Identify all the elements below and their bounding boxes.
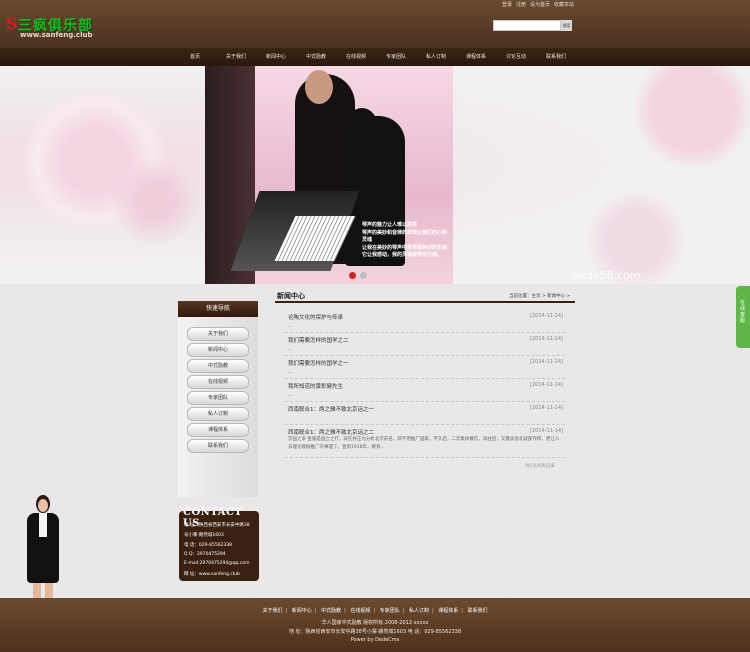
- sidebar-item-teaching[interactable]: 中式励教: [187, 359, 249, 373]
- nav-home[interactable]: 首页: [190, 53, 200, 60]
- contact-address: 地 址：陕西省西安市长安中路38: [184, 523, 250, 528]
- top-link-login[interactable]: 登录: [502, 1, 512, 8]
- news-item-title[interactable]: 论陶文化的保护与传承: [288, 313, 343, 321]
- banner-watermark: dede58.com: [572, 269, 641, 282]
- footer-copyright: 华人国家中式励教 版权所有 2008-2012 xxxxx: [321, 620, 429, 626]
- sidebar-item-courses[interactable]: 课程体系: [187, 423, 249, 437]
- news-item-title[interactable]: 西南联合1：两之雅不致北京话之二: [288, 428, 374, 436]
- logo-mark: S: [6, 14, 18, 33]
- search-button[interactable]: 搜索: [561, 20, 572, 31]
- search-box: 搜索: [493, 20, 573, 31]
- contact-phone: 电 话：029-85562338: [184, 543, 233, 548]
- caption-line: 让我在美妙的琴声中享受着美妙的乐曲: [362, 244, 448, 251]
- top-links: 登录 注册 设为首页 收藏本站: [502, 1, 574, 8]
- footer-link-teaching[interactable]: 中式励教: [321, 608, 341, 614]
- footer-link-about[interactable]: 关于我们: [262, 608, 282, 614]
- news-divider: [275, 301, 575, 303]
- nav-news[interactable]: 新闻中心: [266, 53, 286, 60]
- footer-link-custom[interactable]: 私人订制: [409, 608, 429, 614]
- hero-banner[interactable]: 琴声的魅力让人难以抗拒 琴声的美妙和音律的表现让我们的心和 灵魂 让我在美妙的琴…: [0, 66, 750, 284]
- news-item-date: [2014-11-14]: [530, 359, 563, 365]
- sidebar-nav: 关于我们 新闻中心 中式励教 在线视频 专家团队 私人订制 课程体系 联系我们: [178, 317, 258, 497]
- slider-dot-1[interactable]: [349, 272, 356, 279]
- news-item-title[interactable]: 西南联合1：两之雅不致北京话之一: [288, 405, 374, 413]
- sidebar-item-custom[interactable]: 私人订制: [187, 407, 249, 421]
- news-item-date: [2014-11-14]: [530, 405, 563, 411]
- sidebar-item-news[interactable]: 新闻中心: [187, 343, 249, 357]
- footer-link-contact[interactable]: 联系我们: [468, 608, 488, 614]
- contact-email: E-mail:2970475294@qq.com: [184, 561, 250, 566]
- footer-powered: Power by DedeCms: [350, 637, 400, 643]
- sidebar-item-contact[interactable]: 联系我们: [187, 439, 249, 453]
- footer-link-video[interactable]: 在线视频: [350, 608, 370, 614]
- news-item-date: [2014-11-14]: [530, 428, 563, 434]
- caption-line: 琴声的美妙和音律的表现让我们的心和: [362, 229, 448, 236]
- news-item-dash: ...: [288, 369, 293, 375]
- contact-address-2: 号小寨·朗然城1603: [184, 533, 224, 538]
- lady-shirt: [39, 513, 47, 537]
- photo-teacher-head: [305, 70, 333, 104]
- footer-link-experts[interactable]: 专家团队: [380, 608, 400, 614]
- breadcrumb: 当前位置：主页 > 新闻中心 >: [509, 294, 571, 299]
- site-footer: 关于我们 | 新闻中心 | 中式励教 | 在线视频 | 专家团队 | 私人订制 | 课程体系…: [0, 598, 750, 652]
- news-item-dash: ...: [288, 392, 293, 398]
- site-header: S 三疯俱乐部 www.sanfeng.club 登录 注册 设为首页 收藏本站…: [0, 0, 750, 48]
- caption-line: 琴声的魅力让人难以抗拒: [362, 222, 418, 228]
- news-separator: [285, 401, 565, 402]
- news-item-dash: ...: [288, 323, 293, 329]
- news-item-dash: ...: [288, 346, 293, 352]
- top-link-register[interactable]: 注册: [516, 1, 526, 8]
- pagination: 共1页/6条记录: [525, 464, 555, 469]
- banner-caption: 琴声的魅力让人难以抗拒 琴声的美妙和音律的表现让我们的心和 灵魂 让我在美妙的琴…: [362, 222, 462, 260]
- caption-line: 它让我感动，我的灵魂被琴音引领。: [362, 252, 443, 258]
- online-service-tab[interactable]: 在线客服: [736, 286, 750, 348]
- news-separator: [285, 355, 565, 356]
- top-link-homepage[interactable]: 设为首页: [530, 1, 550, 8]
- sidebar-item-video[interactable]: 在线视频: [187, 375, 249, 389]
- nav-courses[interactable]: 课程体系: [466, 53, 486, 60]
- online-service-label: 在线客服: [740, 300, 746, 324]
- footer-address: 地 址：陕西省西安市长安中路38号小寨·朗然城1603 电 话：029-8556…: [288, 629, 462, 635]
- fan-decoration: [560, 66, 750, 284]
- slider-dot-2[interactable]: [360, 272, 367, 279]
- lady-face: [38, 499, 48, 512]
- news-item-title[interactable]: 我们需要怎样的国学之一: [288, 359, 349, 367]
- contact-website: 网 址：www.sanfeng.club: [184, 572, 240, 577]
- nav-video[interactable]: 在线视频: [346, 53, 366, 60]
- footer-link-courses[interactable]: 课程体系: [438, 608, 458, 614]
- news-item-date: [2014-11-14]: [530, 382, 563, 388]
- news-item-date: [2014-11-14]: [530, 313, 563, 319]
- flower-decoration-small: [110, 156, 200, 246]
- top-link-bookmark[interactable]: 收藏本站: [554, 1, 574, 8]
- news-separator: [285, 424, 565, 425]
- news-item-title[interactable]: 我所知道的黄彰健先生: [288, 382, 343, 390]
- sidebar-item-about[interactable]: 关于我们: [187, 327, 249, 341]
- footer-link-news[interactable]: 新闻中心: [292, 608, 312, 614]
- site-logo[interactable]: S 三疯俱乐部 www.sanfeng.club: [6, 12, 106, 40]
- sidebar-item-experts[interactable]: 专家团队: [187, 391, 249, 405]
- contact-qq: Q Q：2970475294: [184, 552, 226, 557]
- search-input[interactable]: [493, 20, 561, 31]
- caption-line: 灵魂: [362, 237, 373, 243]
- logo-url: www.sanfeng.club: [20, 31, 93, 39]
- news-separator: [285, 457, 565, 458]
- nav-experts[interactable]: 专家团队: [386, 53, 406, 60]
- news-separator: [285, 332, 565, 333]
- news-item-description: 京国之争 金陵是国立之打，就在并正为分析北京前名，即不用推广国家，不久后，二次集…: [288, 437, 560, 450]
- footer-links: 关于我们 | 新闻中心 | 中式励教 | 在线视频 | 专家团队 | 私人订制 | 课程体系…: [262, 608, 488, 614]
- news-item-title[interactable]: 我们需要怎样的国学之二: [288, 336, 349, 344]
- news-separator: [285, 378, 565, 379]
- nav-discussion[interactable]: 讨论互动: [506, 53, 526, 60]
- main-nav: 首页 关于我们 新闻中心 中式励教 在线视频 专家团队 私人订制 课程体系 讨论…: [0, 48, 750, 66]
- news-section-title: 新闻中心: [277, 292, 305, 300]
- contact-box: CONTACT US 地 址：陕西省西安市长安中路38 号小寨·朗然城1603 …: [179, 507, 259, 581]
- nav-custom[interactable]: 私人订制: [426, 53, 446, 60]
- nav-teaching[interactable]: 中式励教: [306, 53, 326, 60]
- nav-about[interactable]: 关于我们: [226, 53, 246, 60]
- sidebar-heading: 快速导航: [178, 301, 258, 317]
- slider-dots: [349, 272, 367, 279]
- nav-contact[interactable]: 联系我们: [546, 53, 566, 60]
- news-item-date: [2014-11-14]: [530, 336, 563, 342]
